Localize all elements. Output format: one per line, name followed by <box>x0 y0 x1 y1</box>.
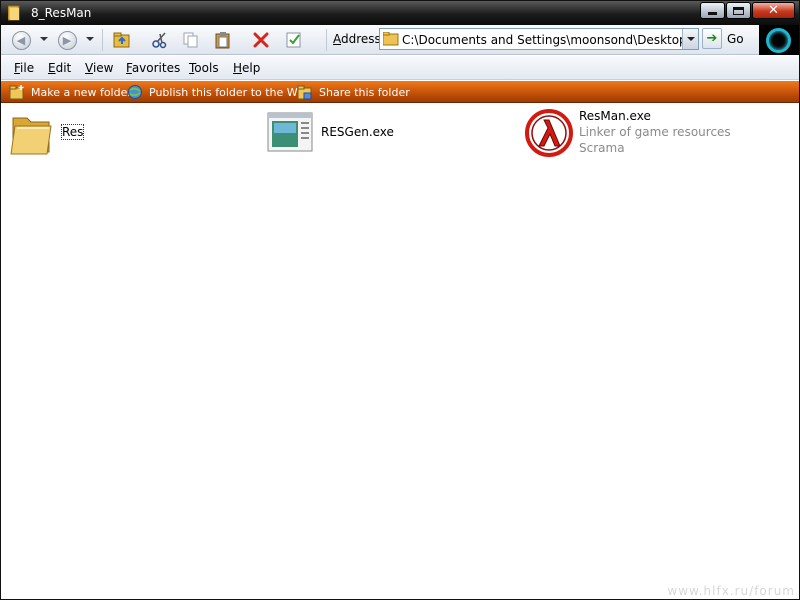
share-folder-icon <box>297 85 312 100</box>
go-button[interactable]: ➔ <box>702 28 722 49</box>
file-description: Linker of game resources <box>579 125 731 139</box>
menu-view[interactable]: View <box>85 61 113 75</box>
file-list[interactable]: Res RESGen.exe ResMan.exe Linker of game… <box>1 104 799 599</box>
new-folder-icon <box>9 85 24 100</box>
close-icon: ✕ <box>768 3 779 18</box>
maximize-button[interactable] <box>726 2 751 19</box>
back-icon: ◀ <box>11 30 31 50</box>
file-company: Scrama <box>579 141 625 155</box>
folder-icon <box>383 32 399 46</box>
task-make-new-folder[interactable]: Make a new folder <box>9 84 132 100</box>
forward-history-dropdown[interactable] <box>86 37 94 41</box>
minimize-icon <box>708 12 717 15</box>
address-value[interactable]: C:\Documents and Settings\moonsond\Deskt… <box>402 33 698 47</box>
task-label: Share this folder <box>319 85 410 99</box>
address-input[interactable]: C:\Documents and Settings\moonsond\Deskt… <box>379 28 699 50</box>
task-publish-web[interactable]: Publish this folder to the Web <box>127 84 311 100</box>
file-name: ResMan.exe <box>579 109 651 123</box>
address-dropdown-button[interactable] <box>682 29 698 49</box>
half-life-lambda-icon <box>525 109 573 157</box>
paste-icon <box>215 32 230 49</box>
menu-edit[interactable]: Edit <box>48 61 71 75</box>
file-item-res[interactable]: Res <box>9 110 249 162</box>
file-name: Res <box>60 124 85 140</box>
file-item-resgen[interactable]: RESGen.exe <box>267 110 507 162</box>
cut-button[interactable] <box>150 30 170 50</box>
address-label: Address <box>333 32 381 46</box>
file-name: RESGen.exe <box>321 125 394 139</box>
menu-tools[interactable]: Tools <box>189 61 219 75</box>
watermark: www.hlfx.ru/forum <box>667 584 795 598</box>
copy-button[interactable] <box>181 30 201 50</box>
folder-icon <box>10 117 52 155</box>
menu-bar: File Edit View Favorites Tools Help <box>1 56 799 80</box>
window-title: 8_ResMan <box>31 6 92 20</box>
menu-favorites[interactable]: Favorites <box>126 61 180 75</box>
delete-icon <box>253 32 269 48</box>
forward-button[interactable]: ▶ <box>57 30 77 50</box>
file-item-resman[interactable]: ResMan.exe Linker of game resources Scra… <box>525 108 793 164</box>
task-bar: Make a new folder Publish this folder to… <box>1 81 799 103</box>
task-label: Make a new folder <box>31 85 132 99</box>
paste-button[interactable] <box>213 30 233 50</box>
brand-logo <box>759 25 799 55</box>
task-label: Publish this folder to the Web <box>149 85 311 99</box>
forward-icon: ▶ <box>57 30 77 50</box>
back-history-dropdown[interactable] <box>40 37 48 41</box>
menu-help[interactable]: Help <box>233 61 260 75</box>
back-button[interactable]: ◀ <box>11 30 31 50</box>
close-button[interactable]: ✕ <box>752 2 795 19</box>
copy-icon <box>183 32 198 48</box>
title-bar[interactable]: 8_ResMan ✕ <box>1 1 799 25</box>
cut-icon <box>152 32 167 49</box>
explorer-window: 8_ResMan ✕ ◀ ▶ Address C:\Documents and … <box>0 0 800 600</box>
publish-web-icon <box>128 85 142 99</box>
folder-up-button[interactable] <box>112 30 132 50</box>
minimize-button[interactable] <box>700 2 725 19</box>
task-share-folder[interactable]: Share this folder <box>297 84 410 100</box>
brand-ring-icon <box>766 28 791 53</box>
application-icon <box>267 112 313 152</box>
properties-icon <box>286 32 301 48</box>
folder-icon <box>8 5 20 21</box>
folder-up-icon <box>113 32 130 48</box>
maximize-icon <box>733 6 744 15</box>
properties-button[interactable] <box>284 30 304 50</box>
go-arrow-icon: ➔ <box>706 31 718 46</box>
go-label[interactable]: Go <box>727 32 744 46</box>
delete-button[interactable] <box>251 30 271 50</box>
menu-file[interactable]: File <box>14 61 34 75</box>
